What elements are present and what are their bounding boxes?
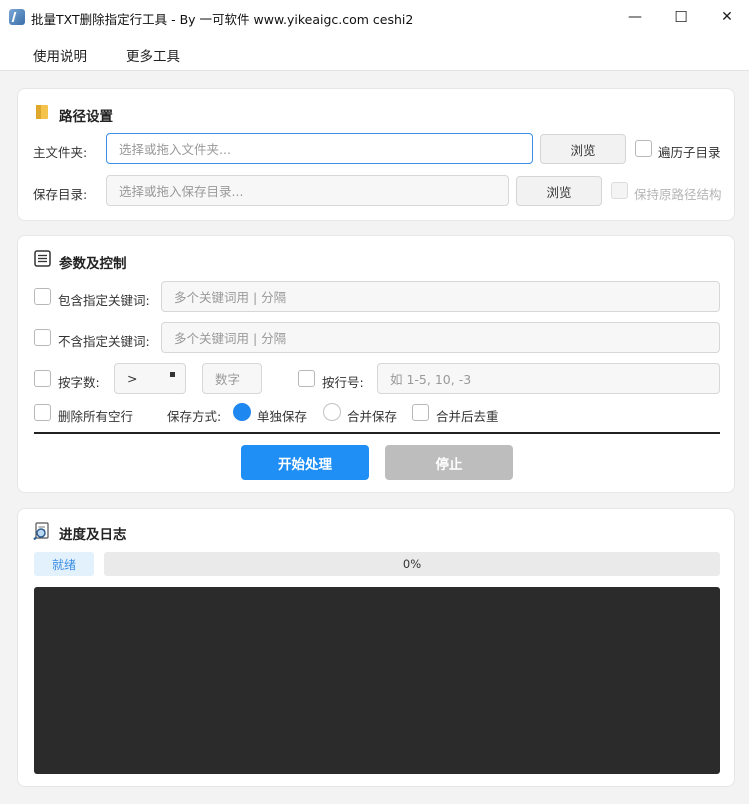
magnifier-log-icon bbox=[33, 522, 49, 541]
recurse-subdirs-label: 遍历子目录 bbox=[658, 145, 721, 160]
browse-main-folder-button[interactable]: 浏览 bbox=[540, 134, 626, 164]
window-title: 批量TXT删除指定行工具 - By 一可软件 www.yikeaigc.com … bbox=[31, 12, 414, 27]
save-dir-label: 保存目录: bbox=[33, 187, 88, 202]
progress-bar: 0% bbox=[104, 552, 720, 576]
status-text: 就绪 bbox=[51, 557, 76, 572]
path-settings-card: 路径设置 主文件夹: 选择或拖入文件夹... 浏览 遍历子目录 保存目录: 选择… bbox=[17, 88, 735, 221]
maximize-button[interactable]: ☐ bbox=[658, 0, 704, 34]
save-dir-placeholder: 选择或拖入保存目录... bbox=[119, 184, 244, 199]
close-icon: ✕ bbox=[721, 9, 733, 25]
char-count-label: 按字数: bbox=[58, 375, 100, 390]
line-number-label: 按行号: bbox=[322, 375, 364, 390]
divider bbox=[34, 432, 720, 434]
include-keywords-checkbox[interactable] bbox=[34, 288, 51, 305]
dedupe-after-merge-label: 合并后去重 bbox=[436, 409, 499, 424]
close-button[interactable]: ✕ bbox=[704, 0, 749, 34]
main-folder-input[interactable]: 选择或拖入文件夹... bbox=[106, 133, 533, 164]
title-bar: 批量TXT删除指定行工具 - By 一可软件 www.yikeaigc.com … bbox=[0, 0, 749, 34]
minimize-icon: — bbox=[628, 9, 642, 25]
dropdown-arrow-icon bbox=[170, 372, 175, 377]
char-count-checkbox[interactable] bbox=[34, 370, 51, 387]
menu-bar: 使用说明 更多工具 bbox=[0, 34, 749, 71]
section-title-log: 进度及日志 bbox=[59, 527, 127, 543]
log-output-area[interactable] bbox=[34, 587, 720, 774]
operator-select[interactable]: > bbox=[114, 363, 186, 394]
maximize-icon: ☐ bbox=[674, 8, 688, 26]
main-folder-label: 主文件夹: bbox=[33, 145, 88, 160]
start-label: 开始处理 bbox=[278, 456, 332, 473]
exclude-keywords-checkbox[interactable] bbox=[34, 329, 51, 346]
section-title-params: 参数及控制 bbox=[59, 256, 127, 272]
line-number-placeholder: 如 1-5, 10, -3 bbox=[390, 372, 472, 387]
app-logo-icon bbox=[9, 9, 25, 25]
save-dir-input[interactable]: 选择或拖入保存目录... bbox=[106, 175, 509, 206]
exclude-keywords-placeholder: 多个关键词用 | 分隔 bbox=[174, 331, 287, 346]
exclude-keywords-input[interactable]: 多个关键词用 | 分隔 bbox=[161, 322, 720, 353]
folder-icon bbox=[36, 105, 48, 119]
main-folder-placeholder: 选择或拖入文件夹... bbox=[119, 142, 231, 157]
line-number-checkbox[interactable] bbox=[298, 370, 315, 387]
browse-save-dir-button[interactable]: 浏览 bbox=[516, 176, 602, 206]
progress-log-card: 进度及日志 就绪 0% bbox=[17, 508, 735, 787]
char-count-input[interactable]: 数字 bbox=[202, 363, 262, 394]
status-badge: 就绪 bbox=[34, 552, 94, 576]
line-number-input[interactable]: 如 1-5, 10, -3 bbox=[377, 363, 720, 394]
menu-item-more-tools[interactable]: 更多工具 bbox=[126, 45, 180, 65]
browse-label: 浏览 bbox=[570, 142, 596, 158]
browse-label: 浏览 bbox=[546, 184, 572, 200]
operator-value: > bbox=[127, 371, 138, 386]
exclude-keywords-label: 不含指定关键词: bbox=[58, 334, 150, 349]
save-separately-label: 单独保存 bbox=[257, 409, 308, 424]
recurse-subdirs-checkbox[interactable] bbox=[635, 140, 652, 157]
dedupe-after-merge-checkbox[interactable] bbox=[412, 404, 429, 421]
stop-label: 停止 bbox=[435, 456, 463, 473]
list-icon bbox=[34, 250, 51, 267]
section-title-path: 路径设置 bbox=[59, 109, 113, 125]
radio-save-separately[interactable] bbox=[233, 403, 251, 421]
menu-item-help[interactable]: 使用说明 bbox=[33, 45, 87, 65]
progress-text: 0% bbox=[402, 557, 422, 571]
start-process-button[interactable]: 开始处理 bbox=[241, 445, 369, 480]
params-card: 参数及控制 包含指定关键词: 多个关键词用 | 分隔 不含指定关键词: 多个关键… bbox=[17, 235, 735, 493]
include-keywords-input[interactable]: 多个关键词用 | 分隔 bbox=[161, 281, 720, 312]
keep-structure-checkbox[interactable] bbox=[611, 182, 628, 199]
remove-empty-lines-checkbox[interactable] bbox=[34, 404, 51, 421]
save-merged-label: 合并保存 bbox=[347, 409, 398, 424]
char-count-placeholder: 数字 bbox=[215, 372, 241, 387]
save-mode-label: 保存方式: bbox=[167, 409, 222, 424]
remove-empty-lines-label: 删除所有空行 bbox=[58, 409, 134, 424]
include-keywords-placeholder: 多个关键词用 | 分隔 bbox=[174, 290, 287, 305]
include-keywords-label: 包含指定关键词: bbox=[58, 293, 150, 308]
stop-button[interactable]: 停止 bbox=[385, 445, 513, 480]
keep-structure-label: 保持原路径结构 bbox=[634, 187, 722, 202]
minimize-button[interactable]: — bbox=[612, 0, 658, 34]
radio-save-merged[interactable] bbox=[323, 403, 341, 421]
